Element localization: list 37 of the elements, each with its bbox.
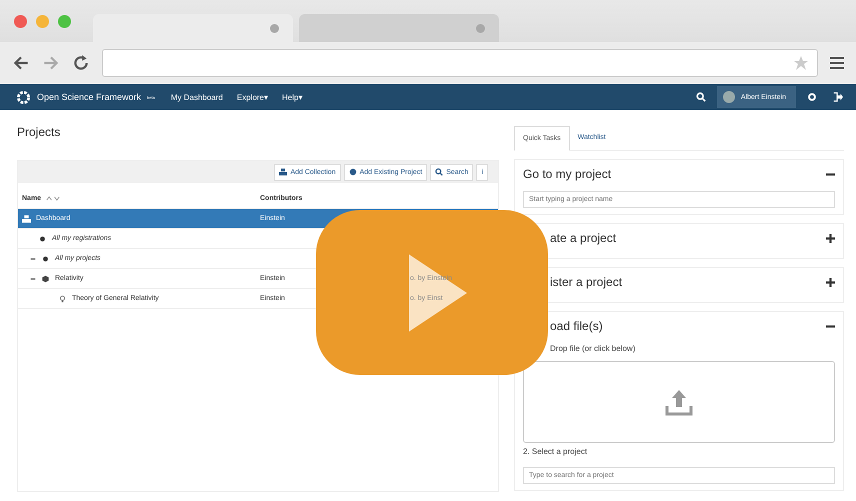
page-title: Projects: [17, 125, 62, 139]
back-arrow-icon[interactable]: [12, 54, 30, 72]
menu-icon[interactable]: [830, 57, 844, 69]
cubes-icon: [22, 214, 31, 222]
step-label: Drop file (or click below): [550, 344, 636, 353]
plus-icon[interactable]: [826, 278, 835, 286]
sort-icon[interactable]: [46, 195, 60, 202]
panel-title[interactable]: oad file(s): [550, 319, 603, 333]
link-icon: [348, 168, 357, 176]
cubes-icon: [279, 168, 288, 176]
nav-link[interactable]: Help▾: [282, 92, 302, 102]
search-icon: [435, 168, 444, 176]
step-label: 2. Select a project: [523, 447, 588, 456]
close-window-icon[interactable]: [14, 14, 27, 28]
star-icon[interactable]: [793, 55, 809, 71]
gear-logo-icon[interactable]: [16, 90, 31, 104]
address-field[interactable]: [102, 49, 818, 77]
panel-title[interactable]: Go to my project: [523, 167, 612, 181]
minus-icon[interactable]: [30, 256, 36, 262]
cube-icon: [41, 274, 50, 282]
avatar-icon: [722, 91, 735, 103]
search-icon[interactable]: [696, 92, 706, 102]
brand-link[interactable]: Open Science Framework: [37, 92, 142, 102]
reload-icon[interactable]: [72, 54, 90, 72]
plus-icon[interactable]: [826, 234, 835, 242]
nav-link[interactable]: My Dashboard: [170, 92, 223, 102]
settings-icon[interactable]: [807, 92, 817, 102]
dot-icon: [41, 254, 50, 262]
minus-icon[interactable]: [30, 276, 36, 282]
logout-icon[interactable]: [833, 92, 843, 102]
bulb-icon: [58, 294, 67, 302]
nav-link[interactable]: Explore▾: [236, 92, 268, 102]
play-icon: [409, 254, 467, 332]
upload-icon: [665, 388, 693, 416]
panel-title[interactable]: ate a project: [550, 231, 616, 245]
dot-icon: [38, 234, 47, 242]
panel-title[interactable]: ister a project: [550, 275, 622, 289]
